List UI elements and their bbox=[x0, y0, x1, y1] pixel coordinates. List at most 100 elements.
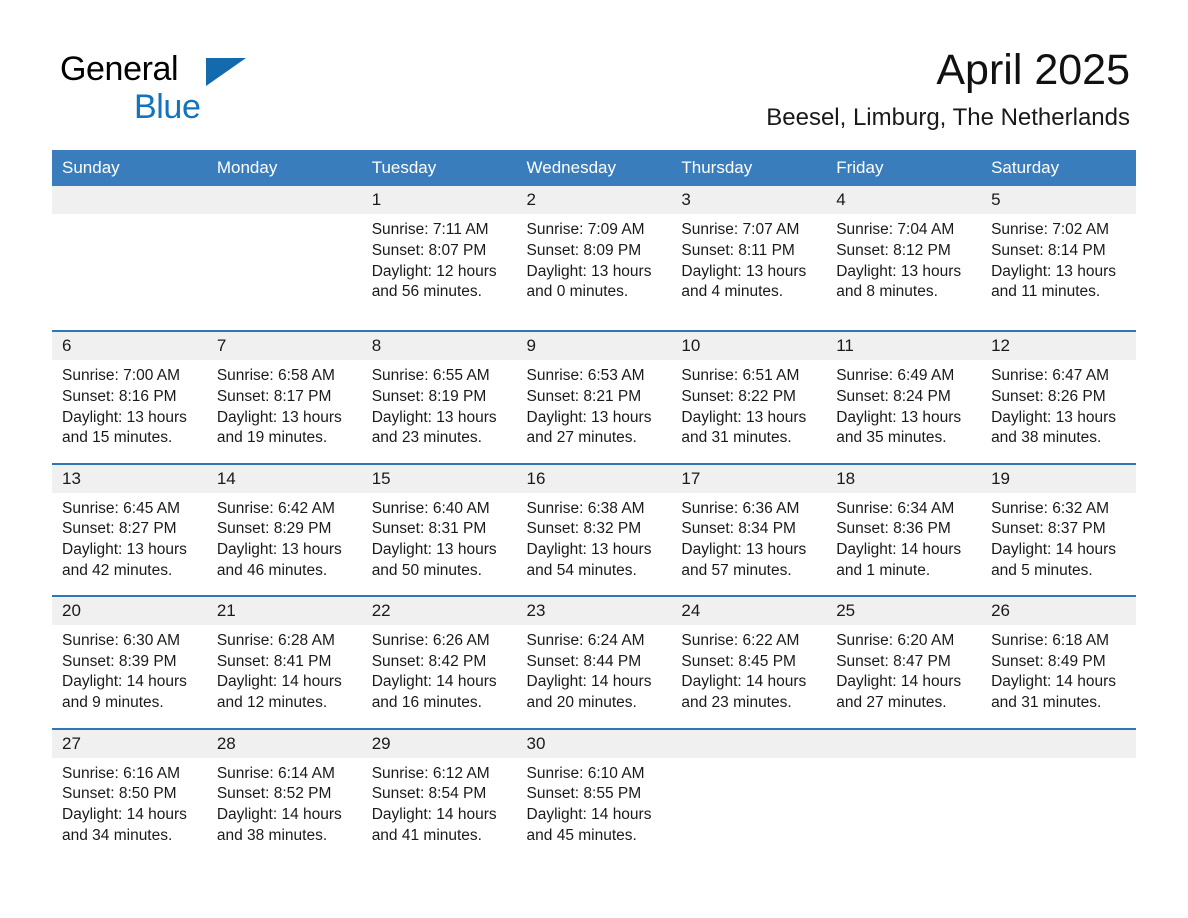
daylight-duration-line1: Daylight: 14 hours bbox=[526, 805, 652, 823]
calendar-day-cell[interactable]: 21 Sunrise: 6:28 AM Sunset: 8:41 PM Dayligh… bbox=[206, 597, 362, 727]
sunrise-time: Sunrise: 6:26 AM bbox=[371, 632, 490, 650]
daylight-duration-line1: Daylight: 14 hours bbox=[371, 673, 497, 691]
general-blue-logo[interactable]: General Blue bbox=[58, 46, 318, 132]
daylight-duration-line2: and 0 minutes. bbox=[526, 283, 629, 301]
sunrise-time: Sunrise: 6:28 AM bbox=[216, 632, 335, 650]
day-details: Sunrise: 6:12 AM Sunset: 8:54 PM Daylight:… bbox=[362, 758, 517, 860]
calendar-page: General Blue April 2025 Beesel, Limburg,… bbox=[0, 0, 1188, 918]
calendar-day-cell[interactable]: 2 Sunrise: 7:09 AM Sunset: 8:09 PM Daylight… bbox=[516, 186, 672, 330]
calendar-day-cell[interactable]: 17 Sunrise: 6:36 AM Sunset: 8:34 PM Dayligh… bbox=[671, 464, 827, 595]
daylight-duration-line1: Daylight: 13 hours bbox=[216, 408, 342, 426]
calendar-day-cell[interactable]: 22 Sunrise: 6:26 AM Sunset: 8:42 PM Dayligh… bbox=[361, 597, 517, 727]
logo-triangle-icon bbox=[206, 58, 246, 86]
sunset-time: Sunset: 8:39 PM bbox=[62, 652, 177, 670]
weekday-header-saturday: Saturday bbox=[981, 150, 1136, 187]
sunset-time: Sunset: 8:55 PM bbox=[526, 785, 642, 803]
daylight-duration-line2: and 57 minutes. bbox=[681, 561, 792, 579]
daylight-duration-line2: and 19 minutes. bbox=[216, 429, 328, 447]
calendar-day-cell[interactable]: 14 Sunrise: 6:42 AM Sunset: 8:29 PM Dayligh… bbox=[206, 464, 362, 595]
day-number: 28 bbox=[216, 733, 236, 753]
calendar-day-cell[interactable]: 23 Sunrise: 6:24 AM Sunset: 8:44 PM Dayligh… bbox=[516, 597, 672, 727]
calendar-day-cell[interactable]: 24 Sunrise: 6:22 AM Sunset: 8:45 PM Dayligh… bbox=[671, 597, 827, 727]
weekday-header-wednesday: Wednesday bbox=[516, 150, 672, 187]
day-number: 16 bbox=[526, 468, 546, 488]
calendar-day-cell[interactable]: 9 Sunrise: 6:53 AM Sunset: 8:21 PM Daylight… bbox=[516, 332, 672, 462]
daylight-duration-line2: and 34 minutes. bbox=[62, 826, 173, 844]
daylight-duration-line1: Daylight: 13 hours bbox=[371, 541, 497, 559]
sunrise-time: Sunrise: 6:55 AM bbox=[371, 367, 490, 385]
title-block: April 2025 Beesel, Limburg, The Netherla… bbox=[766, 46, 1130, 132]
day-number: 20 bbox=[62, 601, 81, 621]
day-number: 17 bbox=[681, 468, 701, 488]
sunset-time: Sunset: 8:22 PM bbox=[681, 388, 796, 405]
day-details: Sunrise: 6:28 AM Sunset: 8:41 PM Daylight:… bbox=[207, 625, 362, 727]
calendar-header-row: Sunday Monday Tuesday Wednesday Thursday… bbox=[52, 150, 1136, 187]
sunset-time: Sunset: 8:32 PM bbox=[526, 520, 642, 538]
daylight-duration-line2: and 16 minutes. bbox=[371, 694, 482, 712]
day-details: Sunrise: 6:42 AM Sunset: 8:29 PM Daylight:… bbox=[207, 493, 362, 595]
calendar-week-row: 13 Sunrise: 6:45 AM Sunset: 8:27 PM Dayligh… bbox=[52, 462, 1136, 597]
day-number-band: 22 bbox=[361, 597, 517, 626]
daylight-duration-line1: Daylight: 13 hours bbox=[991, 408, 1116, 426]
calendar-day-cell[interactable]: 20 Sunrise: 6:30 AM Sunset: 8:39 PM Dayligh… bbox=[52, 597, 207, 727]
sunrise-time: Sunrise: 6:36 AM bbox=[681, 499, 800, 517]
calendar-day-cell[interactable]: 15 Sunrise: 6:40 AM Sunset: 8:31 PM Dayligh… bbox=[361, 464, 517, 595]
calendar-day-cell[interactable]: 26 Sunrise: 6:18 AM Sunset: 8:49 PM Dayligh… bbox=[981, 597, 1136, 727]
daylight-duration-line1: Daylight: 13 hours bbox=[62, 408, 187, 426]
weekday-header-sunday: Sunday bbox=[52, 150, 207, 187]
calendar-day-cell[interactable]: 7 Sunrise: 6:58 AM Sunset: 8:17 PM Daylight… bbox=[206, 332, 362, 462]
daylight-duration-line2: and 38 minutes. bbox=[991, 429, 1102, 447]
calendar-day-cell[interactable]: 5 Sunrise: 7:02 AM Sunset: 8:14 PM Daylight… bbox=[981, 186, 1136, 330]
day-details bbox=[207, 214, 362, 330]
calendar-day-cell[interactable]: 29 Sunrise: 6:12 AM Sunset: 8:54 PM Dayligh… bbox=[361, 729, 517, 860]
calendar-day-cell[interactable]: 1 Sunrise: 7:11 AM Sunset: 8:07 PM Daylight… bbox=[361, 186, 517, 330]
day-details bbox=[671, 758, 826, 874]
calendar-day-cell[interactable]: 16 Sunrise: 6:38 AM Sunset: 8:32 PM Dayligh… bbox=[516, 464, 672, 595]
calendar-day-cell[interactable]: 27 Sunrise: 6:16 AM Sunset: 8:50 PM Dayligh… bbox=[52, 729, 207, 860]
day-number-band: 7 bbox=[206, 332, 362, 361]
sunrise-time: Sunrise: 6:16 AM bbox=[62, 764, 181, 782]
calendar-day-cell-empty bbox=[981, 729, 1136, 874]
daylight-duration-line2: and 20 minutes. bbox=[526, 694, 637, 712]
day-details: Sunrise: 6:53 AM Sunset: 8:21 PM Daylight:… bbox=[517, 360, 672, 462]
calendar-day-cell[interactable]: 8 Sunrise: 6:55 AM Sunset: 8:19 PM Daylight… bbox=[361, 332, 517, 462]
daylight-duration-line2: and 12 minutes. bbox=[216, 694, 328, 712]
calendar-day-cell[interactable]: 28 Sunrise: 6:14 AM Sunset: 8:52 PM Dayligh… bbox=[206, 729, 362, 860]
daylight-duration-line1: Daylight: 14 hours bbox=[836, 541, 962, 559]
day-details: Sunrise: 6:51 AM Sunset: 8:22 PM Daylight:… bbox=[671, 360, 826, 462]
calendar-day-cell[interactable]: 12 Sunrise: 6:47 AM Sunset: 8:26 PM Dayligh… bbox=[981, 332, 1136, 462]
daylight-duration-line1: Daylight: 13 hours bbox=[991, 262, 1116, 280]
daylight-duration-line1: Daylight: 13 hours bbox=[62, 541, 187, 559]
location-subtitle: Beesel, Limburg, The Netherlands bbox=[766, 104, 1130, 132]
sunset-time: Sunset: 8:17 PM bbox=[216, 388, 332, 405]
sunset-time: Sunset: 8:49 PM bbox=[991, 652, 1106, 670]
daylight-duration-line2: and 31 minutes. bbox=[681, 429, 792, 447]
sunset-time: Sunset: 8:14 PM bbox=[991, 242, 1106, 259]
calendar-day-cell[interactable]: 19 Sunrise: 6:32 AM Sunset: 8:37 PM Dayligh… bbox=[981, 464, 1136, 595]
day-number: 3 bbox=[681, 190, 691, 210]
day-details: Sunrise: 6:18 AM Sunset: 8:49 PM Daylight:… bbox=[981, 625, 1136, 727]
day-details: Sunrise: 6:26 AM Sunset: 8:42 PM Daylight:… bbox=[362, 625, 517, 727]
calendar-day-cell[interactable]: 4 Sunrise: 7:04 AM Sunset: 8:12 PM Daylight… bbox=[826, 186, 982, 330]
sunrise-time: Sunrise: 6:40 AM bbox=[371, 499, 490, 517]
day-number-band: 8 bbox=[361, 332, 517, 361]
calendar-day-cell[interactable]: 18 Sunrise: 6:34 AM Sunset: 8:36 PM Dayligh… bbox=[826, 464, 982, 595]
calendar-day-cell[interactable]: 11 Sunrise: 6:49 AM Sunset: 8:24 PM Dayligh… bbox=[826, 332, 982, 462]
sunset-time: Sunset: 8:29 PM bbox=[216, 520, 332, 538]
calendar-day-cell[interactable]: 3 Sunrise: 7:07 AM Sunset: 8:11 PM Daylight… bbox=[671, 186, 827, 330]
day-details: Sunrise: 6:16 AM Sunset: 8:50 PM Daylight:… bbox=[52, 758, 207, 860]
weekday-header-thursday: Thursday bbox=[671, 150, 827, 187]
sunset-time: Sunset: 8:44 PM bbox=[526, 652, 642, 670]
calendar-day-cell[interactable]: 25 Sunrise: 6:20 AM Sunset: 8:47 PM Dayligh… bbox=[826, 597, 982, 727]
weekday-header-monday: Monday bbox=[206, 150, 362, 187]
day-details: Sunrise: 6:20 AM Sunset: 8:47 PM Daylight:… bbox=[826, 625, 981, 727]
sunrise-time: Sunrise: 6:20 AM bbox=[836, 632, 955, 650]
day-number-band bbox=[52, 186, 207, 215]
calendar-day-cell[interactable]: 13 Sunrise: 6:45 AM Sunset: 8:27 PM Dayligh… bbox=[52, 464, 207, 595]
day-details: Sunrise: 7:04 AM Sunset: 8:12 PM Daylight:… bbox=[826, 214, 981, 330]
calendar-day-cell[interactable]: 6 Sunrise: 7:00 AM Sunset: 8:16 PM Daylight… bbox=[52, 332, 207, 462]
day-details: Sunrise: 6:55 AM Sunset: 8:19 PM Daylight:… bbox=[362, 360, 517, 462]
daylight-duration-line1: Daylight: 13 hours bbox=[681, 541, 807, 559]
calendar-day-cell[interactable]: 30 Sunrise: 6:10 AM Sunset: 8:55 PM Dayligh… bbox=[516, 729, 672, 860]
calendar-day-cell[interactable]: 10 Sunrise: 6:51 AM Sunset: 8:22 PM Dayligh… bbox=[671, 332, 827, 462]
